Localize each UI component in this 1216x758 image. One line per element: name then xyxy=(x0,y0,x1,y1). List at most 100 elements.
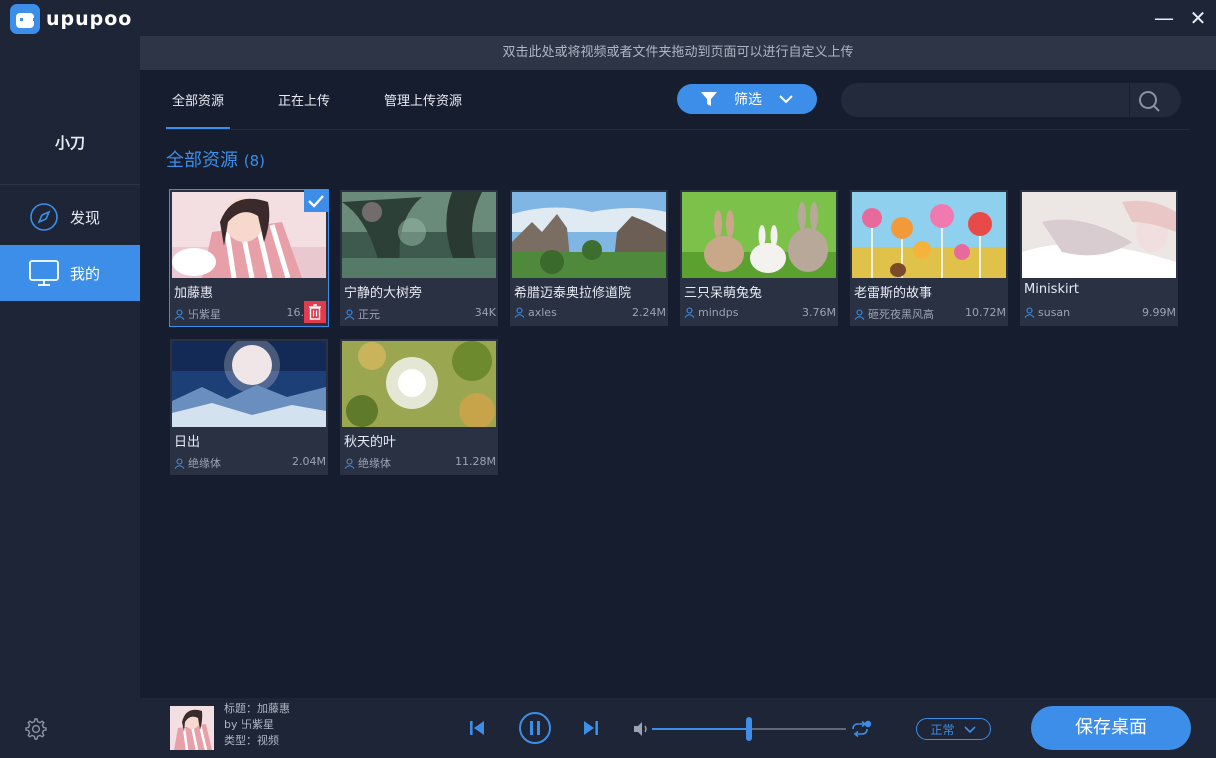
user-icon xyxy=(514,307,525,318)
player-bar: 标题：加藤惠 by 卐紫星 类型：视频 正常 保存桌面 xyxy=(140,698,1216,758)
tab-bar: 全部资源 正在上传 管理上传资源 xyxy=(166,92,468,130)
user-icon xyxy=(344,457,355,469)
now-playing-thumbnail[interactable] xyxy=(170,706,214,750)
search-icon[interactable] xyxy=(1137,89,1161,113)
loop-icon[interactable] xyxy=(850,720,872,738)
volume-slider[interactable] xyxy=(652,717,846,741)
card-author-name: 绝缘体 xyxy=(358,457,391,470)
card-title: 三只呆萌兔兔 xyxy=(684,286,763,301)
card-author: susan xyxy=(1024,306,1070,319)
resource-card[interactable]: 宁静的大树旁 正元 34K xyxy=(340,190,498,326)
thumbnail-image xyxy=(172,341,326,427)
card-title: 加藤惠 xyxy=(174,286,214,301)
now-playing-author: by 卐紫星 xyxy=(224,718,274,731)
card-author: 绝缘体 xyxy=(344,455,391,471)
now-playing-info: 标题：加藤惠 by 卐紫星 类型：视频 xyxy=(224,701,290,749)
card-author: 正元 xyxy=(344,306,380,322)
resource-card[interactable]: Miniskirt susan 9.99M xyxy=(1020,190,1178,326)
search-input[interactable] xyxy=(855,83,1125,117)
card-title: 日出 xyxy=(174,435,201,450)
pause-button[interactable] xyxy=(518,711,552,745)
card-size: 11.28M xyxy=(455,455,496,468)
thumbnail-image xyxy=(682,192,836,278)
card-title: 希腊迈泰奥拉修道院 xyxy=(514,286,632,301)
card-author-name: susan xyxy=(1038,306,1071,319)
sidebar-item-discover[interactable]: 发现 xyxy=(0,189,140,245)
card-title: 宁静的大树旁 xyxy=(344,286,423,301)
card-title: 秋天的叶 xyxy=(344,435,397,450)
resource-card[interactable]: 老雷斯的故事 砸死夜黑风高 10.72M xyxy=(850,190,1008,326)
section-count: (8) xyxy=(243,152,265,170)
app-name: upupoo xyxy=(46,8,133,30)
user-icon xyxy=(854,308,865,320)
card-size: 10.72M xyxy=(965,306,1006,319)
card-author: 砸死夜黑风高 xyxy=(854,306,934,322)
main-content: 全部资源 正在上传 管理上传资源 筛选 全部资源 (8) 加藤惠 卐紫星 16.… xyxy=(140,70,1216,698)
card-size: 2.24M xyxy=(632,306,666,319)
card-author-name: axles xyxy=(528,306,557,319)
previous-button[interactable] xyxy=(468,718,486,738)
section-title-text: 全部资源 xyxy=(166,150,238,171)
card-title: Miniskirt xyxy=(1024,282,1080,297)
resource-card[interactable]: 希腊迈泰奥拉修道院 axles 2.24M xyxy=(510,190,668,326)
play-mode-dropdown[interactable]: 正常 xyxy=(916,718,991,740)
resource-card[interactable]: 秋天的叶 绝缘体 11.28M xyxy=(340,339,498,475)
thumbnail-image xyxy=(342,341,496,427)
app-logo: upupoo xyxy=(10,4,132,34)
card-size: 16. xyxy=(286,306,305,319)
card-author: axles xyxy=(514,306,557,319)
card-size: 3.76M xyxy=(802,306,836,319)
funnel-icon xyxy=(701,92,717,106)
gear-icon[interactable] xyxy=(22,716,48,742)
card-size: 9.99M xyxy=(1142,306,1176,319)
tab-all-resources[interactable]: 全部资源 xyxy=(166,92,231,130)
volume-fill xyxy=(652,728,749,730)
section-title: 全部资源 (8) xyxy=(166,146,265,172)
checkmark-icon xyxy=(308,195,324,208)
upload-drop-banner[interactable]: 双击此处或将视频或者文件夹拖动到页面可以进行自定义上传 xyxy=(140,36,1216,70)
resource-card[interactable]: 加藤惠 卐紫星 16. xyxy=(169,189,329,327)
tab-manage-uploads[interactable]: 管理上传资源 xyxy=(378,92,468,130)
thumbnail-image xyxy=(342,192,496,278)
thumbnail-image xyxy=(1022,192,1176,278)
card-author: mindps xyxy=(684,306,738,319)
user-icon xyxy=(684,307,695,318)
trash-icon xyxy=(309,304,321,320)
next-button[interactable] xyxy=(582,718,600,738)
user-icon xyxy=(174,457,185,469)
card-author: 卐紫星 xyxy=(174,306,221,322)
sidebar-item-label: 发现 xyxy=(70,208,101,227)
resource-card[interactable]: 三只呆萌兔兔 mindps 3.76M xyxy=(680,190,838,326)
title-bar[interactable]: upupoo — ✕ xyxy=(0,0,1216,36)
card-author-name: 砸死夜黑风高 xyxy=(868,308,934,321)
sidebar-divider xyxy=(0,184,140,185)
close-button[interactable]: ✕ xyxy=(1186,6,1210,30)
now-playing-title: 标题：加藤惠 xyxy=(224,702,290,715)
card-author-name: 正元 xyxy=(358,308,380,321)
filter-button[interactable]: 筛选 xyxy=(677,84,817,114)
sidebar-item-label: 我的 xyxy=(70,264,101,283)
minimize-button[interactable]: — xyxy=(1152,6,1176,30)
thumbnail-image xyxy=(512,192,666,278)
delete-button[interactable] xyxy=(304,301,326,323)
speaker-icon[interactable] xyxy=(632,721,650,737)
thumbnail-image xyxy=(852,192,1006,278)
card-author-name: 卐紫星 xyxy=(188,308,221,321)
card-author: 绝缘体 xyxy=(174,455,221,471)
tab-divider xyxy=(166,129,1190,130)
tab-uploading[interactable]: 正在上传 xyxy=(272,92,336,130)
volume-handle[interactable] xyxy=(746,717,752,741)
save-desktop-button[interactable]: 保存桌面 xyxy=(1031,706,1191,750)
resource-card[interactable]: 日出 绝缘体 2.04M xyxy=(170,339,328,475)
thumbnail-image xyxy=(172,192,326,278)
user-icon xyxy=(174,308,185,320)
chevron-down-icon xyxy=(963,725,976,733)
user-icon xyxy=(1024,307,1035,318)
user-name[interactable]: 小刀 xyxy=(0,132,140,153)
card-author-name: mindps xyxy=(698,306,739,319)
card-size: 34K xyxy=(474,306,496,319)
upupoo-logo-icon xyxy=(10,4,40,34)
sidebar: 小刀 发现 我的 xyxy=(0,36,140,758)
selected-checkmark xyxy=(304,190,328,212)
sidebar-item-mine[interactable]: 我的 xyxy=(0,245,140,301)
